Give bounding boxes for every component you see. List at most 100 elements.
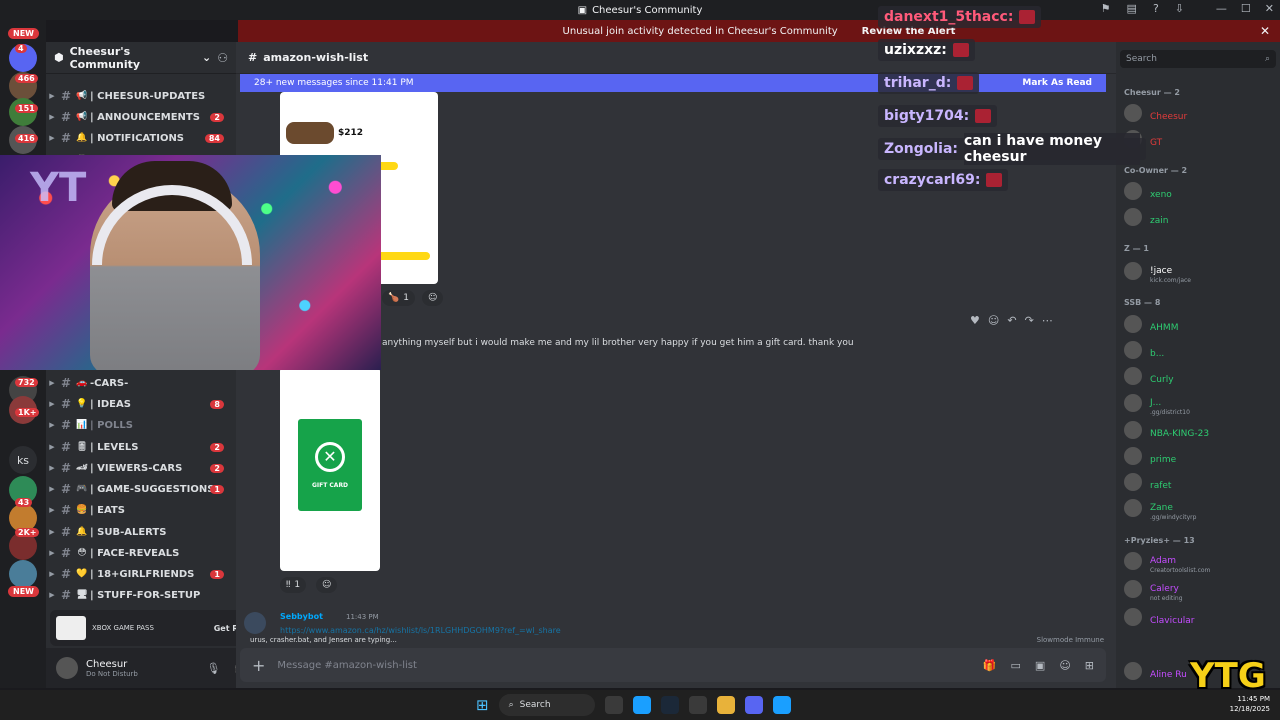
chat-line: crazycarl69: xyxy=(878,169,1009,191)
emote-icon xyxy=(986,173,1003,187)
server-icon[interactable] xyxy=(9,560,37,588)
member-item[interactable]: NBA-KING-23 xyxy=(1124,419,1278,441)
hash-icon: # xyxy=(248,51,258,64)
add-member-icon[interactable]: ⚇ xyxy=(217,51,228,65)
sticker-icon[interactable]: ▣ xyxy=(1035,659,1045,672)
channel-item[interactable]: ▶ # 🎮 | GAME-SUGGESTIONS 1 xyxy=(46,479,236,499)
channel-label: | SUB-ALERTS xyxy=(90,526,167,538)
avatar xyxy=(1124,552,1142,570)
taskbar-search[interactable]: ⌕ Search xyxy=(498,694,595,716)
server-badge: 43 xyxy=(15,498,33,507)
channel-item[interactable]: ▶ # 🔔 | SUB-ALERTS xyxy=(46,522,236,542)
member-item[interactable]: Adam Creatortoolslist.com xyxy=(1124,550,1278,574)
minimize-button[interactable]: — xyxy=(1216,2,1227,15)
message-composer[interactable]: + Message #amazon-wish-list 🎁 ▭ ▣ ☺ ⊞ xyxy=(240,648,1106,682)
taskbar-app-icon[interactable] xyxy=(604,696,623,714)
member-status: kick.com/jace xyxy=(1150,277,1191,284)
bot-name[interactable]: Sebbybot xyxy=(280,612,323,621)
member-item[interactable]: Calery not editing xyxy=(1124,578,1278,602)
channel-item[interactable]: ▶ # 🍔 | EATS xyxy=(46,500,236,520)
add-reaction-button[interactable]: ☺ xyxy=(316,577,338,593)
server-badge: 416 xyxy=(15,134,38,143)
avatar[interactable] xyxy=(244,612,266,634)
attach-plus-icon[interactable]: + xyxy=(252,656,265,675)
member-item[interactable]: Cheesur xyxy=(1124,102,1278,124)
server-ks[interactable]: ks xyxy=(9,446,37,474)
chat-user: Zongolia: xyxy=(884,141,959,157)
discord-icon: ▣ xyxy=(577,4,588,16)
member-item[interactable]: Zane .gg/windycityrp xyxy=(1124,497,1278,521)
member-item[interactable]: b... xyxy=(1124,339,1278,361)
chat-user: danext1_5thacc: xyxy=(884,9,1014,25)
folder-icon[interactable] xyxy=(716,696,735,714)
reply-icon[interactable]: ↶ xyxy=(1007,314,1016,327)
chrome-icon[interactable] xyxy=(632,696,651,714)
chrome-icon[interactable] xyxy=(772,696,791,714)
channel-item[interactable]: ▶ # 📢 | ANNOUNCEMENTS 2 xyxy=(46,107,236,127)
member-name: Zane xyxy=(1150,503,1173,513)
avatar[interactable] xyxy=(56,657,78,679)
wishlist-link[interactable]: https://www.amazon.ca/hz/wishlist/ls/1RL… xyxy=(280,626,561,635)
add-reaction-button[interactable]: ☺ xyxy=(422,290,444,306)
channel-item[interactable]: ▶ # 📢 | CHEESUR-UPDATES xyxy=(46,86,236,106)
taskbar-app-icon[interactable] xyxy=(688,696,707,714)
user-name: Cheesur xyxy=(86,658,128,670)
member-group-header: SSB — 8 xyxy=(1124,298,1161,307)
close-icon[interactable]: ✕ xyxy=(1260,24,1270,38)
reaction-chip[interactable]: 🍗 1 xyxy=(382,290,415,306)
channel-emoji-icon: 🎮 xyxy=(76,484,88,494)
gif-icon[interactable]: ▭ xyxy=(1011,659,1021,672)
member-item[interactable]: !jace kick.com/jace xyxy=(1124,260,1278,284)
member-item[interactable]: GT xyxy=(1124,128,1278,150)
heart-icon[interactable]: ♥ xyxy=(970,314,980,327)
download-icon[interactable]: ⇩ xyxy=(1175,2,1184,15)
emote-icon xyxy=(975,109,992,123)
giftcard-label: GIFT CARD xyxy=(311,481,349,489)
gift-icon[interactable]: 🎁 xyxy=(983,659,997,672)
system-clock[interactable]: 11:45 PM 12/18/2025 xyxy=(1230,694,1270,714)
member-name: Curly xyxy=(1150,374,1174,385)
channel-item[interactable]: ▶ # 😳 | FACE-REVEALS xyxy=(46,543,236,563)
member-status: not editing xyxy=(1150,595,1183,602)
member-item[interactable]: prime xyxy=(1124,445,1278,467)
member-name: b... xyxy=(1150,348,1165,359)
close-window-button[interactable]: ✕ xyxy=(1265,2,1274,15)
channel-item[interactable]: ▶ # 💡 | IDEAS 8 xyxy=(46,394,236,414)
chat-user: bigty1704: xyxy=(884,108,970,124)
forward-icon[interactable]: ↷ xyxy=(1025,314,1034,327)
member-item[interactable]: rafet xyxy=(1124,471,1278,493)
member-item[interactable]: xeno xyxy=(1124,180,1278,202)
member-item[interactable]: Clavicular xyxy=(1124,606,1278,628)
more-icon[interactable]: ⋯ xyxy=(1042,314,1053,327)
channel-item[interactable]: ▶ # 🏎 | VIEWERS-CARS 2 xyxy=(46,458,236,478)
message-input[interactable]: Message #amazon-wish-list xyxy=(277,660,417,671)
hash-icon: # xyxy=(60,440,72,454)
discord-taskbar-icon[interactable] xyxy=(744,696,763,714)
member-item[interactable]: zain xyxy=(1124,206,1278,228)
help-icon[interactable]: ? xyxy=(1153,2,1159,15)
steam-icon[interactable] xyxy=(660,696,679,714)
unread-badge: 2 xyxy=(210,112,224,122)
maximize-button[interactable]: ☐ xyxy=(1241,2,1251,15)
giftcard-screenshot[interactable]: ✕ GIFT CARD xyxy=(280,367,380,571)
channel-label: | EATS xyxy=(90,504,125,516)
channel-item[interactable]: ▶ # 🚗 -CARS- xyxy=(46,373,236,393)
member-item[interactable]: AHMM xyxy=(1124,313,1278,335)
channel-item[interactable]: ▶ # 🖥 | STUFF-FOR-SETUP xyxy=(46,585,236,605)
microphone-icon[interactable]: 🎙 xyxy=(206,662,220,675)
channel-item[interactable]: ▶ # 📊 | POLLS xyxy=(46,415,236,435)
emoji-icon[interactable]: ☺ xyxy=(1059,659,1070,672)
channel-item[interactable]: ▶ # 🎚 | LEVELS 2 xyxy=(46,437,236,457)
reaction-chip[interactable]: ‼ 1 xyxy=(280,577,307,593)
emoji-icon[interactable]: ☺ xyxy=(988,314,999,327)
chat-line: bigty1704: xyxy=(878,105,998,127)
guild-header[interactable]: ⬢ Cheesur's Community ⌄ ⚇ xyxy=(46,42,236,74)
apps-icon[interactable]: ⊞ xyxy=(1085,659,1094,672)
member-item[interactable]: Curly xyxy=(1124,365,1278,387)
avatar xyxy=(1124,473,1142,491)
windows-start-icon[interactable]: ⊞ xyxy=(476,696,489,714)
channel-item[interactable]: ▶ # 💛 | 18+GIRLFRIENDS 1 xyxy=(46,564,236,584)
channel-item[interactable]: ▶ # 🔔 | NOTIFICATIONS 84 xyxy=(46,128,236,148)
member-item[interactable]: J... .gg/district10 xyxy=(1124,392,1278,416)
search-icon: ⌕ xyxy=(1264,54,1270,64)
